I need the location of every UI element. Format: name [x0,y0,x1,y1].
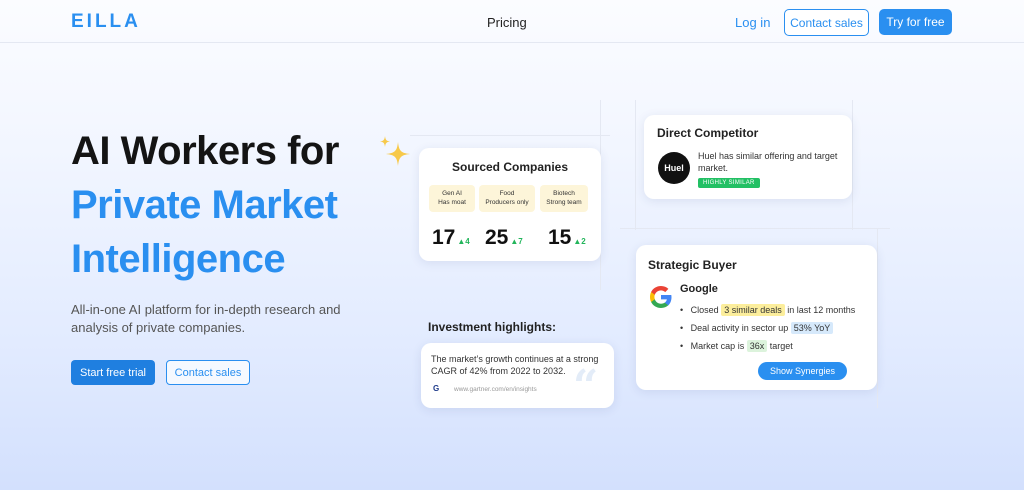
stat-delta: 4 [465,237,470,246]
sourced-companies-card: Sourced Companies Gen AI Has moat Food P… [419,148,601,261]
buyer-highlight-item: Closed 3 similar deals in last 12 months [680,304,856,316]
stat-delta: 7 [518,237,523,246]
stat-value: 17 [432,226,456,249]
google-logo-icon [650,286,672,308]
buyer-item-text: target [769,341,793,351]
buyer-item-text: Market cap is [690,341,745,351]
nav-pricing-link[interactable]: Pricing [487,15,527,30]
buyer-item-text: Deal activity in sector up [690,323,789,333]
grid-line [635,100,636,230]
filter-tag: Biotech Strong team [540,185,588,212]
filter-tag-line: Food [499,190,515,197]
hero-title-line-2: Private Market [71,183,338,227]
filter-tag: Food Producers only [479,185,535,212]
hero-description: All-in-one AI platform for in-depth rese… [71,302,341,335]
sourced-companies-title: Sourced Companies [451,160,569,174]
buyer-item-text: Closed [690,305,719,315]
direct-competitor-title: Direct Competitor [657,126,759,140]
grid-line [877,228,878,408]
source-url[interactable]: www.gartner.com/en/insights [454,386,537,393]
buyer-item-highlight: 3 similar deals [721,304,785,316]
huel-logo: Huel [658,152,690,184]
buyer-company-name: Google [680,283,718,295]
filter-tag-line: Has moat [438,198,466,206]
grid-line [852,100,853,230]
filter-tag-line: Biotech [553,190,575,197]
stat-value: 15 [548,226,572,249]
buyer-highlight-item: Deal activity in sector up 53% YoY [680,322,834,334]
buyer-item-highlight: 53% YoY [790,322,834,334]
stat-delta: 2 [581,237,586,246]
investment-highlights-card: “ The market’s growth continues at a str… [421,343,614,409]
stat-count: 17 ▲4 [432,226,470,250]
highly-similar-badge: HIGHLY SIMILAR [698,178,760,188]
direct-competitor-card: Direct Competitor Huel Huel has similar … [644,115,852,199]
filter-tag-line: Gen AI [442,190,462,197]
nav-try-free-button[interactable]: Try for free [879,9,952,35]
nav-login-link[interactable]: Log in [735,15,770,30]
start-free-trial-button[interactable]: Start free trial [71,360,155,385]
sparkle-icon [380,136,410,166]
hero-title-line-1: AI Workers for [71,129,339,173]
investment-highlights-title: Investment highlights: [428,320,557,334]
strategic-buyer-card: Strategic Buyer Google Closed 3 similar … [636,245,877,390]
hero-title-line-3: Intelligence [71,237,286,281]
grid-line [0,42,1024,43]
filter-tag-line: Strong team [546,198,582,206]
grid-line [620,228,890,229]
brand-logo[interactable]: EILLA [71,11,141,33]
filter-tag: Gen AI Has moat [429,185,475,212]
investment-highlight-text: The market’s growth continues at a stron… [431,354,599,376]
buyer-item-text: in last 12 months [787,305,856,315]
stat-count: 15 ▲2 [548,226,586,250]
hero-contact-sales-button[interactable]: Contact sales [166,360,250,385]
nav-contact-sales-button[interactable]: Contact sales [784,9,869,36]
show-synergies-button[interactable]: Show Synergies [758,362,847,380]
stat-count: 25 ▲7 [485,226,523,250]
buyer-item-highlight: 36x [746,340,768,352]
strategic-buyer-title: Strategic Buyer [648,258,737,272]
stat-value: 25 [485,226,509,249]
buyer-highlight-item: Market cap is 36x target [680,340,793,352]
competitor-description: Huel has similar offering and target mar… [698,151,838,173]
gartner-logo-icon: G [433,384,440,393]
filter-tag-line: Producers only [485,198,529,206]
grid-line [410,135,610,136]
